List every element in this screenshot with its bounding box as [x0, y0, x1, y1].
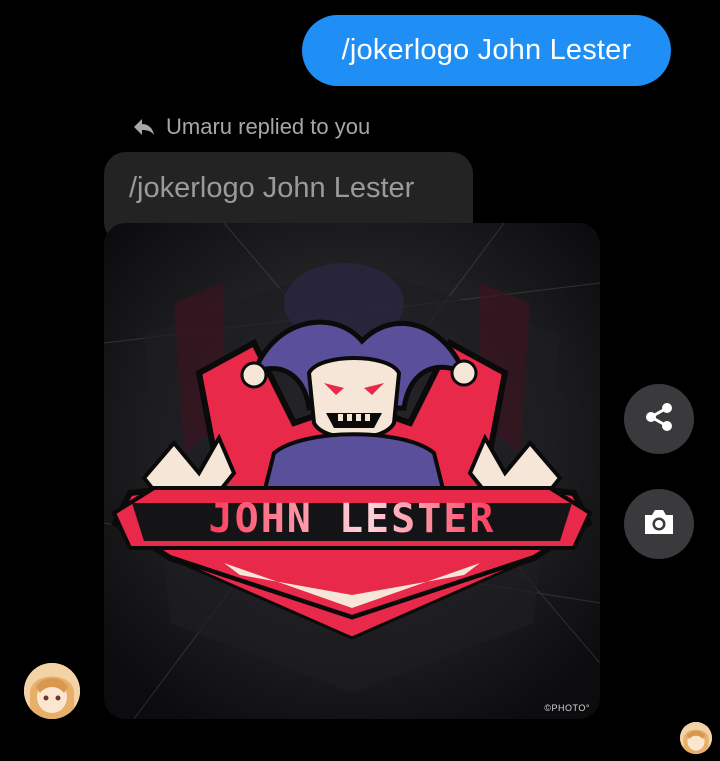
- anime-girl-avatar-icon: [24, 663, 80, 719]
- seen-indicator-avatar: [680, 722, 712, 754]
- camera-button[interactable]: [624, 489, 694, 559]
- logo-banner-text: JOHN LESTER: [209, 496, 496, 542]
- camera-icon: [641, 506, 677, 543]
- logo-image-attachment[interactable]: JOHN LESTER ©PHOTO°: [104, 223, 600, 719]
- joker-logo-image: JOHN LESTER: [104, 223, 600, 719]
- sent-message-text: /jokerlogo John Lester: [341, 34, 632, 66]
- reply-indicator: Umaru replied to you: [132, 112, 370, 142]
- share-icon: [642, 400, 676, 439]
- sender-avatar[interactable]: [24, 663, 80, 719]
- reply-indicator-text: Umaru replied to you: [166, 114, 371, 139]
- reply-arrow-icon: [132, 117, 156, 137]
- photo-watermark: ©PHOTO°: [544, 703, 590, 713]
- share-button[interactable]: [624, 384, 694, 454]
- quoted-message-text: /jokerlogo John Lester: [129, 172, 415, 204]
- seen-avatar-icon: [680, 722, 712, 754]
- sent-message-bubble[interactable]: /jokerlogo John Lester: [302, 15, 671, 86]
